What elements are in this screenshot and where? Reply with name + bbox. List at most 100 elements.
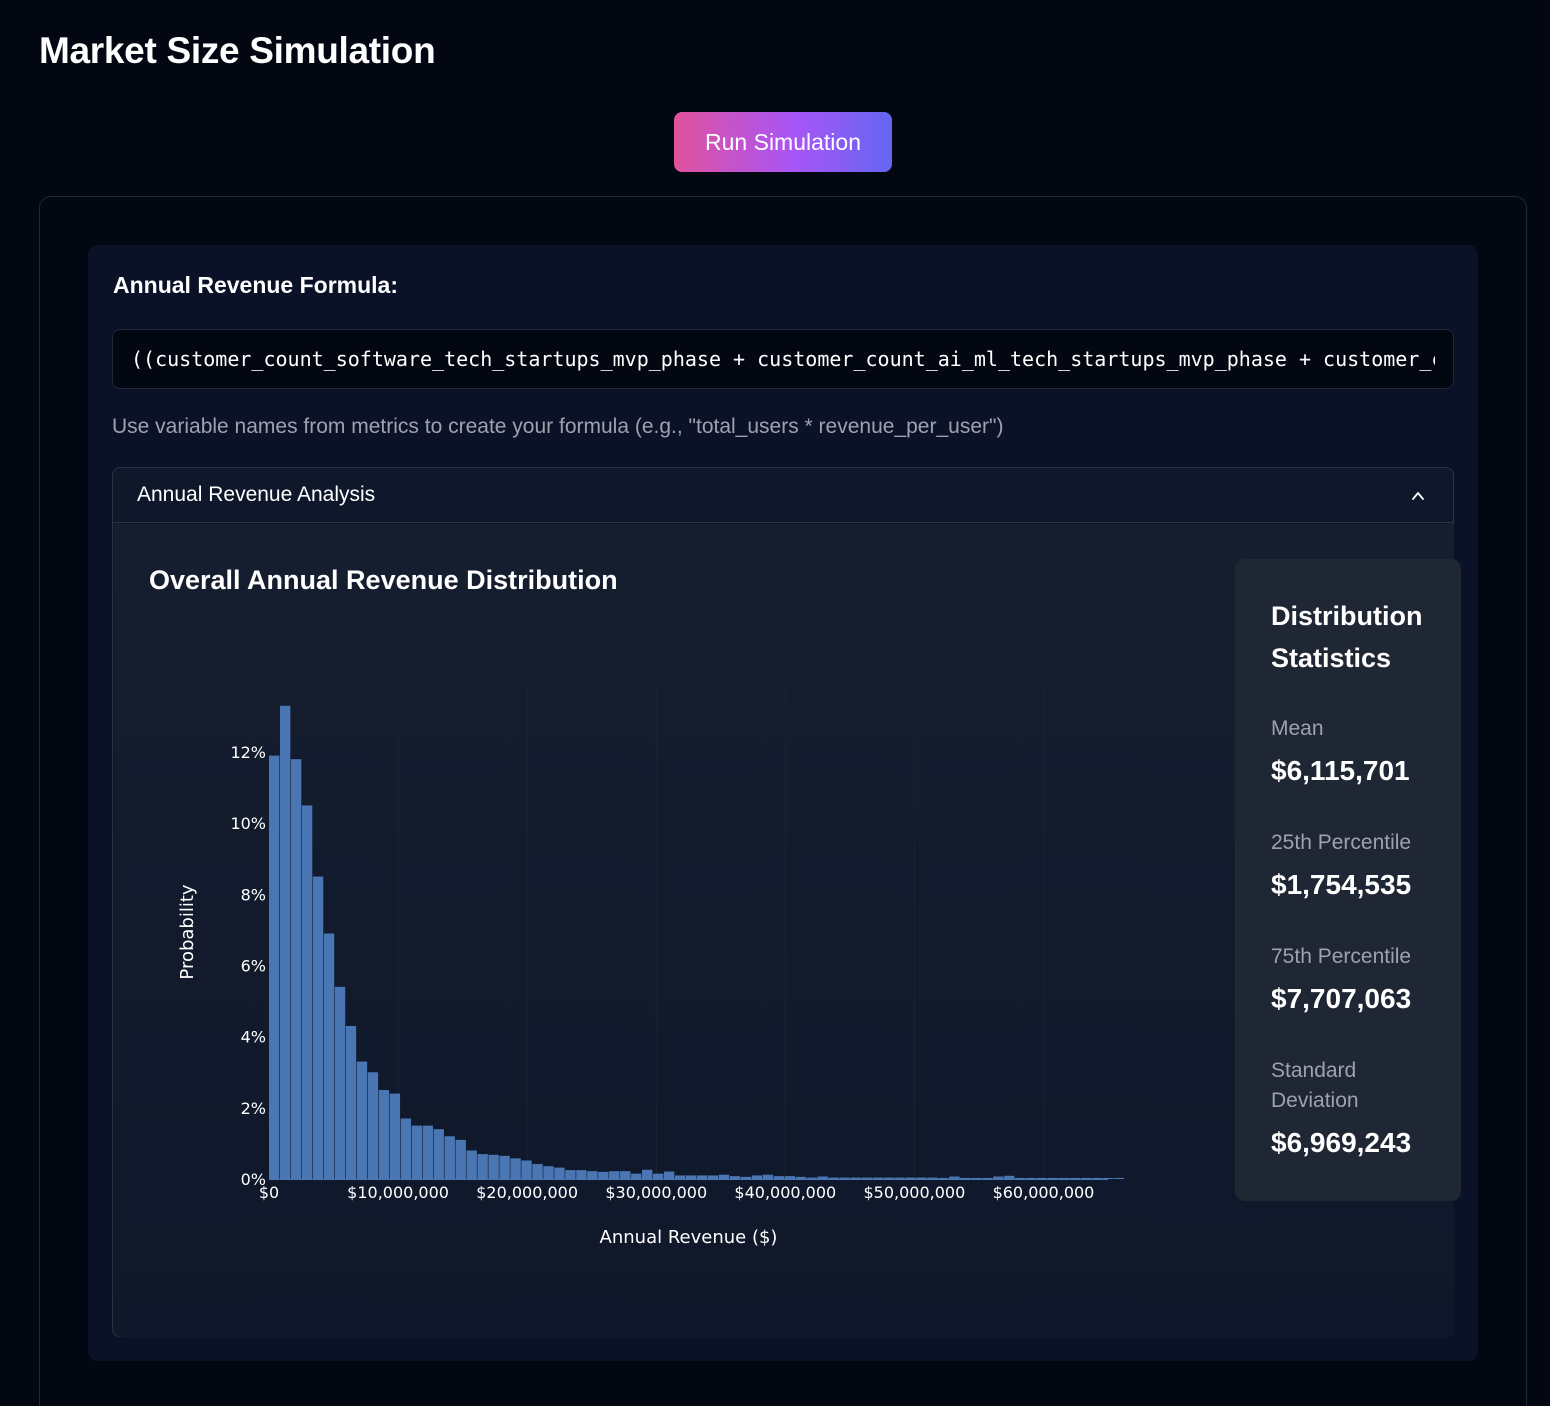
histogram-bar[interactable] [334, 986, 346, 1179]
histogram-bar[interactable] [674, 1175, 686, 1179]
histogram-bar[interactable] [960, 1177, 971, 1179]
histogram-bar[interactable] [631, 1173, 642, 1179]
chevron-up-icon[interactable] [1411, 489, 1425, 503]
histogram-bar[interactable] [828, 1177, 839, 1179]
histogram-bar[interactable] [488, 1154, 499, 1179]
histogram-bar[interactable] [1080, 1177, 1092, 1179]
histogram-bar[interactable] [565, 1170, 576, 1179]
x-tick-label: $0 [259, 1183, 279, 1202]
histogram-bar[interactable] [861, 1177, 872, 1179]
y-tick-label: 12% [230, 743, 266, 762]
histogram-bar[interactable] [389, 1093, 401, 1179]
histogram-bar[interactable] [718, 1174, 730, 1179]
histogram-bar[interactable] [367, 1072, 379, 1179]
y-tick-label: 4% [241, 1028, 266, 1047]
histogram-bar[interactable] [916, 1177, 927, 1179]
y-tick-label: 6% [241, 957, 266, 976]
histogram-bar[interactable] [378, 1090, 390, 1179]
stat-value-std: $6,969,243 [1271, 1127, 1412, 1158]
histogram-bar[interactable] [1102, 1177, 1114, 1179]
histogram-bar[interactable] [598, 1171, 609, 1179]
accordion-title: Annual Revenue Analysis [137, 483, 376, 506]
histogram-bar[interactable] [1037, 1177, 1048, 1179]
histogram-bar[interactable] [872, 1177, 883, 1179]
histogram-bar[interactable] [927, 1177, 938, 1179]
formula-input[interactable] [112, 329, 1454, 389]
histogram-bar[interactable] [817, 1176, 828, 1179]
histogram-bar[interactable] [345, 1026, 357, 1179]
histogram-bar[interactable] [477, 1154, 488, 1179]
histogram-bar[interactable] [301, 805, 313, 1179]
histogram-bar[interactable] [532, 1164, 543, 1179]
histogram-bar[interactable] [620, 1171, 631, 1179]
histogram-bar[interactable] [1026, 1177, 1037, 1179]
stat-value-mean: $6,115,701 [1271, 755, 1410, 786]
stat-value-p75: $7,707,063 [1271, 983, 1412, 1014]
x-tick-label: $60,000,000 [993, 1183, 1095, 1202]
histogram-bar[interactable] [850, 1177, 861, 1179]
histogram-bar[interactable] [642, 1169, 653, 1179]
histogram-bar[interactable] [356, 1061, 368, 1179]
histogram-bar[interactable] [784, 1176, 796, 1179]
histogram-bar[interactable] [762, 1174, 774, 1179]
histogram-bar[interactable] [1113, 1177, 1125, 1179]
histogram-bar[interactable] [609, 1171, 620, 1179]
histogram-bar[interactable] [576, 1170, 587, 1179]
histogram-bar[interactable] [543, 1166, 554, 1179]
histogram-bar[interactable] [312, 876, 324, 1179]
histogram-bar[interactable] [707, 1175, 719, 1179]
histogram-bar[interactable] [806, 1177, 817, 1179]
histogram-bar[interactable] [685, 1175, 697, 1179]
run-simulation-button[interactable]: Run Simulation [674, 112, 892, 172]
histogram-bar[interactable] [400, 1118, 412, 1179]
histogram-bar[interactable] [839, 1177, 850, 1179]
histogram-bar[interactable] [1091, 1177, 1103, 1179]
histogram-bar[interactable] [279, 705, 291, 1179]
histogram-bar[interactable] [466, 1150, 477, 1179]
histogram-bar[interactable] [554, 1167, 565, 1179]
histogram-bar[interactable] [587, 1171, 598, 1179]
histogram-bar[interactable] [938, 1177, 949, 1179]
histogram-bar[interactable] [1069, 1177, 1081, 1179]
histogram-bar[interactable] [290, 759, 302, 1179]
histogram-bar[interactable] [993, 1176, 1004, 1179]
histogram-bar[interactable] [1058, 1177, 1070, 1179]
histogram-bar[interactable] [510, 1158, 521, 1179]
formula-help-text: Use variable names from metrics to creat… [112, 415, 1004, 438]
histogram-bar[interactable] [740, 1176, 752, 1179]
histogram-bar[interactable] [949, 1176, 960, 1179]
histogram-bar[interactable] [1047, 1177, 1059, 1179]
y-tick-label: 10% [230, 814, 266, 833]
histogram-bar[interactable] [499, 1155, 510, 1179]
histogram-bar[interactable] [1004, 1175, 1015, 1179]
x-tick-label: $50,000,000 [863, 1183, 965, 1202]
histogram-bar[interactable] [433, 1129, 444, 1179]
histogram-bar[interactable] [883, 1177, 894, 1179]
histogram-bar[interactable] [269, 755, 280, 1179]
histogram-bar[interactable] [411, 1125, 423, 1179]
distribution-statistics-card: Distribution Statistics Mean $6,115,701 … [1235, 559, 1461, 1201]
histogram-bar[interactable] [795, 1176, 807, 1179]
stat-label-p25: 25th Percentile [1271, 831, 1412, 854]
histogram-bar[interactable] [894, 1177, 905, 1179]
histogram-bar[interactable] [323, 933, 335, 1180]
x-tick-label: $40,000,000 [734, 1183, 836, 1202]
stats-title: Distribution Statistics [1271, 601, 1423, 673]
histogram-bar[interactable] [444, 1136, 455, 1179]
histogram-bar[interactable] [751, 1175, 763, 1179]
x-tick-label: $30,000,000 [605, 1183, 707, 1202]
histogram-bar[interactable] [422, 1125, 433, 1179]
accordion-header[interactable]: Annual Revenue Analysis [113, 468, 1453, 523]
histogram-bar[interactable] [663, 1171, 675, 1179]
histogram-bar[interactable] [521, 1160, 532, 1179]
histogram-bar[interactable] [729, 1176, 741, 1179]
histogram-bar[interactable] [971, 1177, 982, 1179]
histogram-bar[interactable] [455, 1139, 466, 1179]
histogram-bar[interactable] [653, 1173, 664, 1179]
histogram-bar[interactable] [696, 1175, 708, 1179]
histogram-bar[interactable] [982, 1177, 993, 1179]
histogram-bar[interactable] [1015, 1177, 1026, 1179]
page-title: Market Size Simulation [39, 30, 436, 71]
histogram-bar[interactable] [773, 1176, 785, 1179]
histogram-bar[interactable] [905, 1177, 916, 1179]
